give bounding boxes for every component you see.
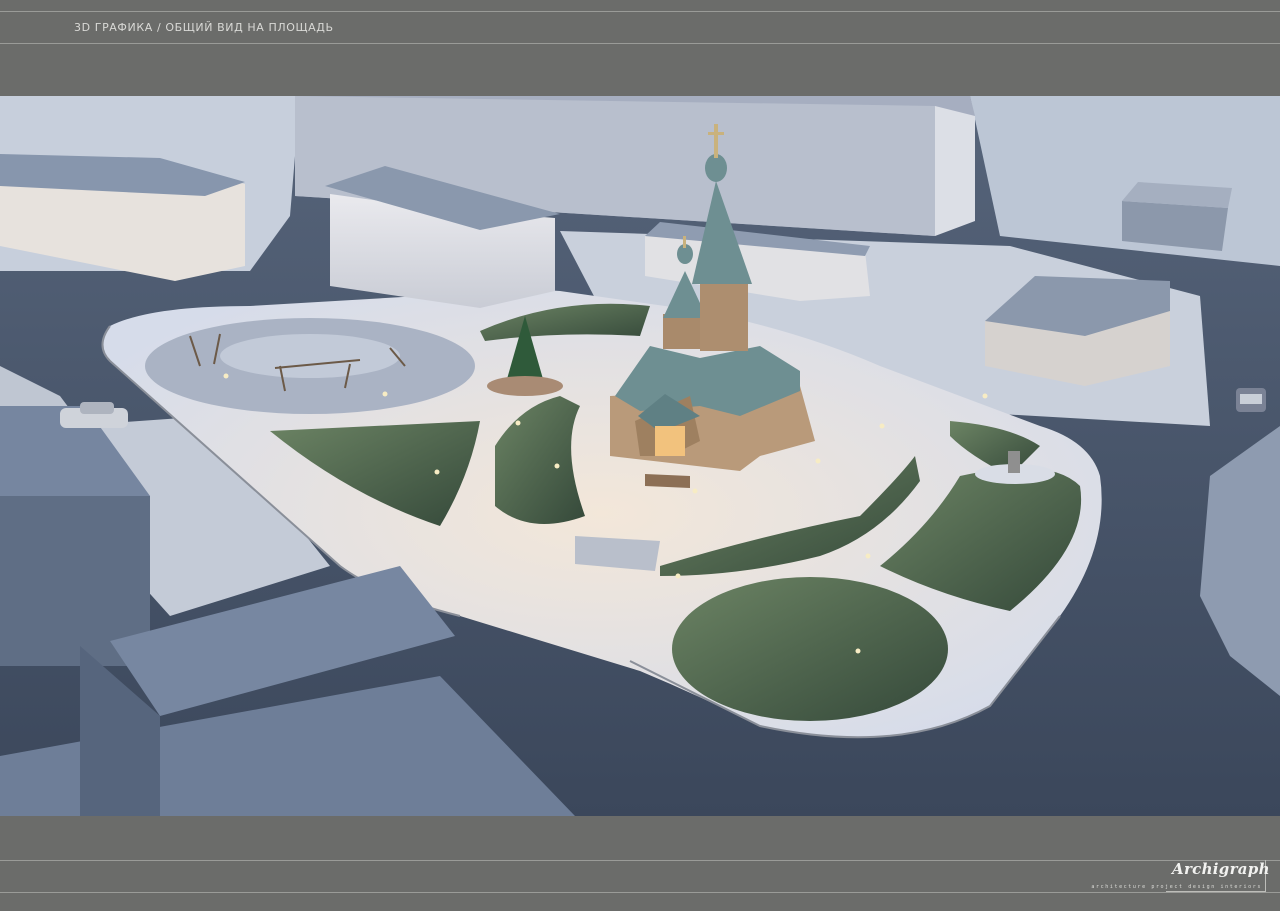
header-rule-bottom bbox=[0, 43, 1280, 44]
aerial-render-image bbox=[0, 96, 1280, 816]
green-circle-bottom bbox=[672, 577, 948, 721]
archigraph-logo: Archigraph architecture project design i… bbox=[1091, 860, 1269, 892]
building-far-right bbox=[1122, 182, 1232, 251]
footer-rule-bottom bbox=[0, 892, 1280, 893]
page-title: 3D ГРАФИКА / ОБЩИЙ ВИД НА ПЛОЩАДЬ bbox=[74, 21, 334, 34]
footer-rule-top bbox=[0, 860, 1280, 861]
car-right bbox=[1236, 388, 1266, 412]
render-illustration bbox=[0, 96, 1280, 816]
header-band: 3D ГРАФИКА / ОБЩИЙ ВИД НА ПЛОЩАДЬ bbox=[0, 0, 1280, 96]
monument-stone bbox=[1008, 451, 1020, 473]
header-rule-top bbox=[0, 11, 1280, 12]
logo-wordmark: Archigraph bbox=[1172, 860, 1270, 878]
playground-center bbox=[220, 334, 400, 378]
tree-base bbox=[487, 376, 563, 396]
logo-tagline: architecture project design interiors bbox=[1091, 884, 1262, 890]
footer-band bbox=[0, 816, 1280, 911]
